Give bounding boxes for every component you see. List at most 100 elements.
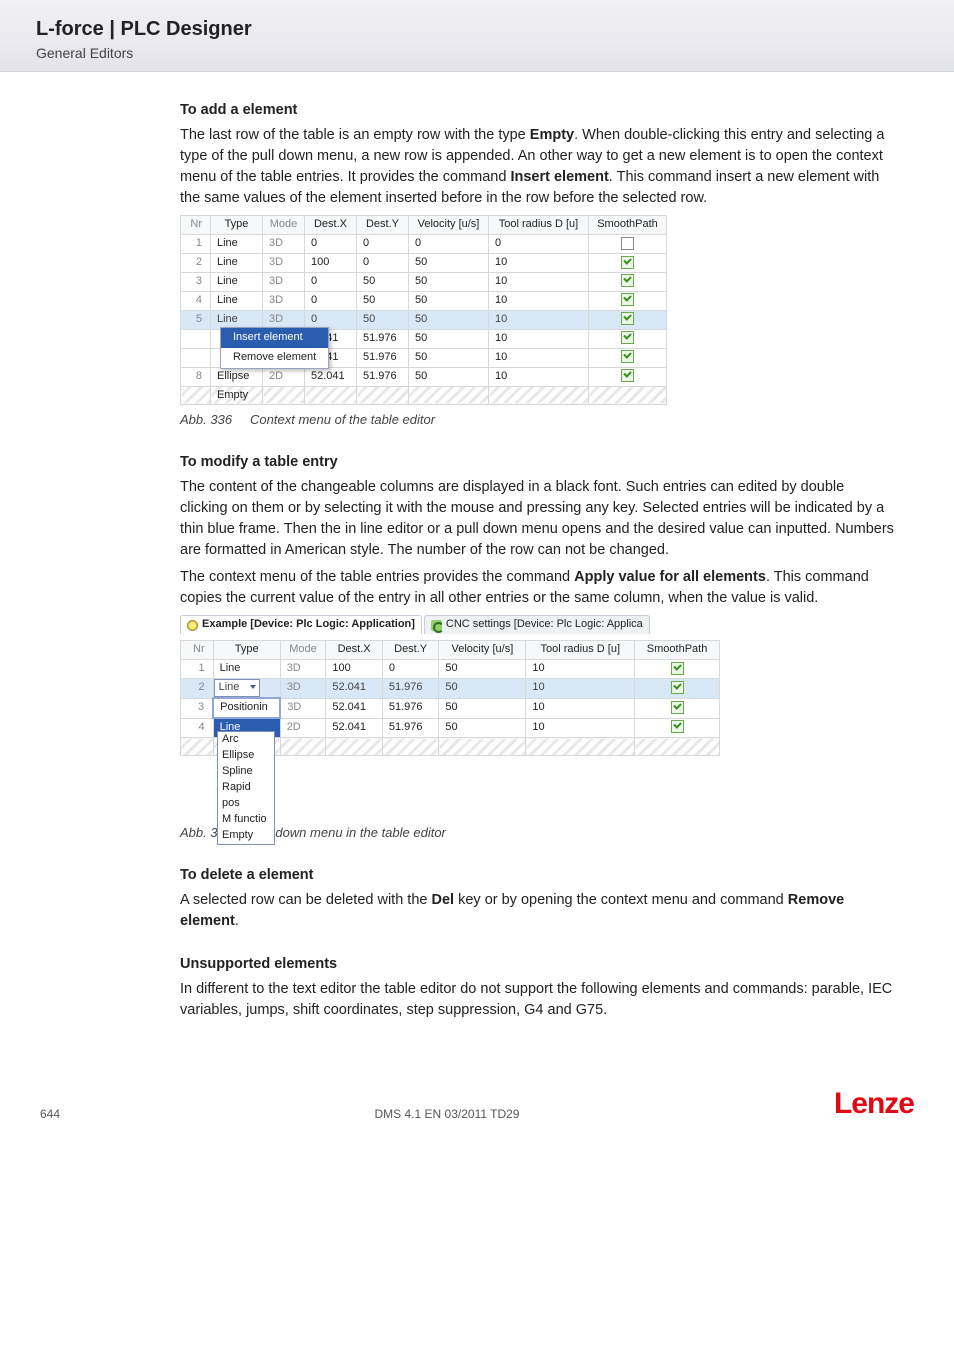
col-type[interactable]: Type [211,216,263,235]
col-nr-2[interactable]: Nr [181,641,214,660]
cell-toolradius[interactable] [489,386,589,405]
cell-velocity[interactable] [439,738,526,756]
cell-mode[interactable]: 3D [280,660,326,679]
cell-destx[interactable]: 0 [305,235,357,254]
cell-type[interactable]: Line [213,679,280,698]
cell-nr[interactable] [181,738,214,756]
col-velocity-2[interactable]: Velocity [u/s] [439,641,526,660]
cell-desty[interactable]: 51.976 [382,698,439,718]
cell-mode[interactable]: 3D [263,253,305,272]
cell-smoothpath[interactable] [589,386,667,405]
cell-desty[interactable]: 0 [357,235,409,254]
cell-desty[interactable]: 51.976 [357,329,409,348]
cell-velocity[interactable]: 50 [439,698,526,718]
checkbox-checked-icon[interactable] [621,369,634,382]
cell-velocity[interactable]: 50 [409,348,489,367]
dropdown-option[interactable]: M functio [218,812,274,828]
table-row[interactable]: Empty [181,386,667,405]
cell-mode[interactable]: 3D [263,272,305,291]
cell-mode[interactable]: 2D [263,367,305,386]
col-velocity[interactable]: Velocity [u/s] [409,216,489,235]
cell-destx[interactable]: 100 [305,253,357,272]
cell-mode[interactable]: 3D [280,698,326,718]
table-row[interactable]: 2Line3D10005010 [181,253,667,272]
cell-destx[interactable]: 52.041 [326,679,383,698]
cell-velocity[interactable]: 50 [409,329,489,348]
dropdown-option[interactable]: Rapid pos [218,780,274,812]
cell-desty[interactable]: 50 [357,310,409,329]
cell-velocity[interactable]: 50 [439,660,526,679]
cell-nr[interactable]: 2 [181,679,214,698]
checkbox-checked-icon[interactable] [671,662,684,675]
col-type-2[interactable]: Type [213,641,280,660]
cell-destx[interactable]: 52.041 [305,367,357,386]
cell-nr[interactable] [181,348,211,367]
tab-cnc-settings[interactable]: CNC settings [Device: Plc Logic: Applica [424,615,650,634]
col-desty[interactable]: Dest.Y [357,216,409,235]
checkbox-checked-icon[interactable] [671,701,684,714]
cell-nr[interactable]: 2 [181,253,211,272]
dropdown-option[interactable]: Empty [218,828,274,844]
cell-toolradius[interactable]: 10 [489,291,589,310]
cell-velocity[interactable]: 50 [409,253,489,272]
cell-smoothpath[interactable] [635,660,720,679]
table-row[interactable]: 2Line3D52.04151.9765010 [181,679,720,698]
table-row[interactable]: 8Ellipse2D52.04151.9765010 [181,367,667,386]
cell-mode[interactable]: 2D [280,718,326,737]
cell-type[interactable]: Ellipse [211,367,263,386]
cell-nr[interactable]: 5 [181,310,211,329]
cell-smoothpath[interactable] [589,310,667,329]
cell-toolradius[interactable]: 10 [526,660,635,679]
cell-nr[interactable]: 4 [181,291,211,310]
cell-toolradius[interactable]: 10 [526,679,635,698]
cell-desty[interactable]: 51.976 [382,718,439,737]
cell-smoothpath[interactable] [635,698,720,718]
col-smoothpath-2[interactable]: SmoothPath [635,641,720,660]
cell-desty[interactable]: 51.976 [357,348,409,367]
checkbox-checked-icon[interactable] [621,312,634,325]
cell-toolradius[interactable]: 10 [489,253,589,272]
cell-toolradius[interactable]: 10 [489,272,589,291]
cell-type[interactable]: Line [211,253,263,272]
cell-toolradius[interactable]: 10 [489,348,589,367]
checkbox-checked-icon[interactable] [621,331,634,344]
cell-smoothpath[interactable] [589,272,667,291]
cell-desty[interactable]: 51.976 [357,367,409,386]
cell-type[interactable]: Line [211,235,263,254]
cell-velocity[interactable] [409,386,489,405]
cell-velocity[interactable]: 50 [439,679,526,698]
checkbox-checked-icon[interactable] [621,274,634,287]
cell-smoothpath[interactable] [635,718,720,737]
cell-toolradius[interactable] [526,738,635,756]
cell-toolradius[interactable]: 10 [489,367,589,386]
cell-mode[interactable]: 3D [263,291,305,310]
cell-smoothpath[interactable] [589,348,667,367]
cell-destx[interactable]: 52.041 [326,698,383,718]
table-row[interactable]: 1Line3D0000 [181,235,667,254]
col-toolradius-2[interactable]: Tool radius D [u] [526,641,635,660]
cell-nr[interactable]: 3 [181,698,214,718]
dropdown-option[interactable]: Ellipse [218,748,274,764]
cell-smoothpath[interactable] [589,291,667,310]
cell-smoothpath[interactable] [589,329,667,348]
cell-toolradius[interactable]: 10 [489,329,589,348]
cell-nr[interactable]: 3 [181,272,211,291]
cell-destx[interactable] [326,738,383,756]
cell-desty[interactable]: 50 [357,291,409,310]
cell-toolradius[interactable]: 10 [489,310,589,329]
cell-velocity[interactable]: 50 [409,272,489,291]
col-desty-2[interactable]: Dest.Y [382,641,439,660]
cell-velocity[interactable]: 50 [409,291,489,310]
context-menu[interactable]: Insert element Remove element [220,327,329,369]
cell-type[interactable]: Line [213,660,280,679]
cell-mode[interactable]: 3D [280,679,326,698]
col-mode[interactable]: Mode [263,216,305,235]
cell-smoothpath[interactable] [589,235,667,254]
cell-smoothpath[interactable] [635,738,720,756]
table-row[interactable]: 4Line3D0505010 [181,291,667,310]
tab-example[interactable]: Example [Device: Plc Logic: Application] [180,615,422,634]
col-destx[interactable]: Dest.X [305,216,357,235]
table-row[interactable]: 3Positionin3D52.04151.9765010 [181,698,720,718]
cell-desty[interactable]: 0 [357,253,409,272]
table1[interactable]: Nr Type Mode Dest.X Dest.Y Velocity [u/s… [180,215,667,405]
